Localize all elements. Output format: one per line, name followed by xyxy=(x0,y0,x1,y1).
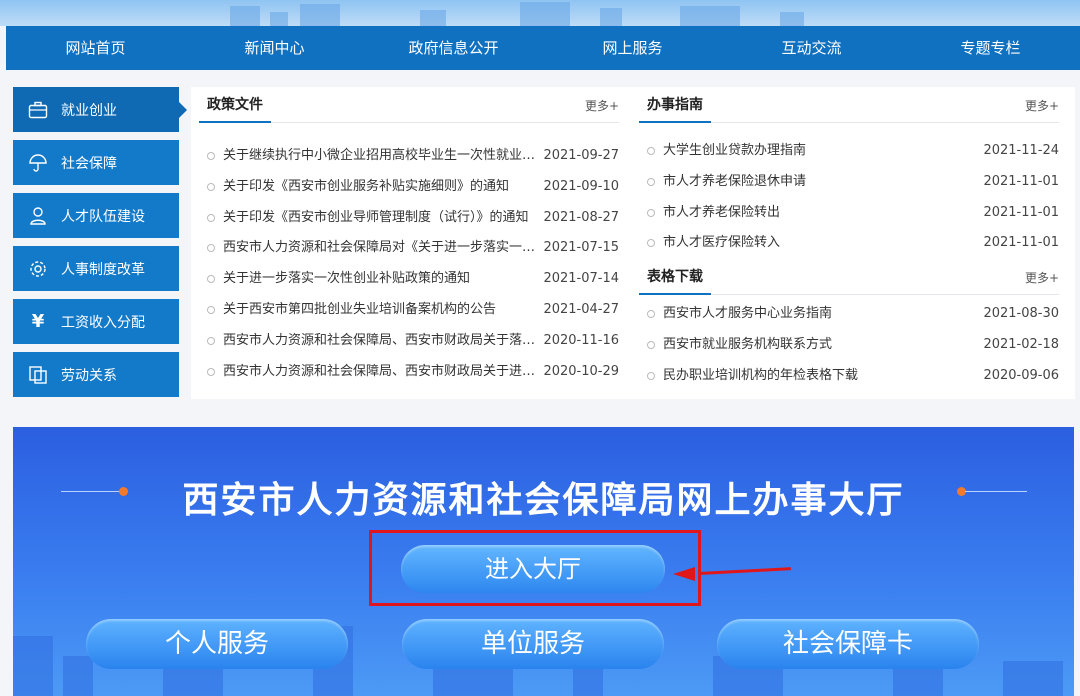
bullet-icon xyxy=(647,340,655,349)
bullet-icon xyxy=(207,182,215,191)
arrow-annotation xyxy=(698,567,791,575)
list-item[interactable]: 关于继续执行中小微企业招用高校毕业生一次性就业补… 2021-09-27 xyxy=(199,141,619,172)
sidebar-item-label: 工资收入分配 xyxy=(61,314,145,331)
bullet-icon xyxy=(207,152,215,160)
list-item[interactable]: 市人才医疗保险转入 2021-11-01 xyxy=(639,228,1059,259)
list-item[interactable]: 西安市人力资源和社会保障局对《关于进一步落实一次… 2021-07-15 xyxy=(199,233,619,264)
section-title: 政策文件 xyxy=(199,87,271,123)
sidebar-item-label: 人才队伍建设 xyxy=(61,208,145,225)
list-item[interactable]: 西安市就业服务机构联系方式 2021-02-18 xyxy=(639,330,1059,361)
top-banner xyxy=(0,0,1080,26)
sidebar-item-social-security[interactable]: 社会保障 xyxy=(13,140,179,185)
bullet-icon xyxy=(207,305,215,314)
nav-interaction[interactable]: 互动交流 xyxy=(722,26,901,70)
guide-section: 办事指南 更多+ 大学生创业贷款办理指南 2021-11-24 市人才养老保险退休… xyxy=(639,87,1059,392)
guide-list: 大学生创业贷款办理指南 2021-11-24 市人才养老保险退休申请 2021-11… xyxy=(639,136,1059,259)
nav-gov-info[interactable]: 政府信息公开 xyxy=(364,26,543,70)
sidebar-item-wages[interactable]: ¥ 工资收入分配 xyxy=(13,299,179,344)
bullet-icon xyxy=(647,147,655,155)
umbrella-icon xyxy=(27,152,49,174)
forms-header: 表格下载 更多+ xyxy=(639,259,1059,296)
policy-section: 政策文件 更多+ 关于继续执行中小微企业招用高校毕业生一次性就业补… 2021-0… xyxy=(199,87,619,387)
sidebar-item-personnel-reform[interactable]: 人事制度改革 xyxy=(13,246,179,291)
policy-list: 关于继续执行中小微企业招用高校毕业生一次性就业补… 2021-09-27 关于印发… xyxy=(199,141,619,387)
online-hall-banner: 西安市人力资源和社会保障局网上办事大厅 进入大厅 个人服务 单位服务 社会保障卡 xyxy=(13,427,1074,696)
nav-home[interactable]: 网站首页 xyxy=(6,26,185,70)
section-title: 办事指南 xyxy=(639,87,711,123)
sidebar-item-employment[interactable]: 就业创业 xyxy=(13,87,187,132)
forms-list: 西安市人才服务中心业务指南 2021-08-30 西安市就业服务机构联系方式 202… xyxy=(639,299,1059,391)
content-panel: 政策文件 更多+ 关于继续执行中小微企业招用高校毕业生一次性就业补… 2021-0… xyxy=(191,87,1075,399)
briefcase-icon xyxy=(27,99,49,121)
enter-hall-button[interactable]: 进入大厅 xyxy=(401,545,665,593)
sidebar: 就业创业 社会保障 人才队伍建设 人事制度改革 ¥ 工资收入分配 劳动关系 xyxy=(13,87,187,405)
nav-news[interactable]: 新闻中心 xyxy=(185,26,364,70)
yuan-icon: ¥ xyxy=(31,311,45,332)
arrow-head-icon xyxy=(673,567,695,581)
sidebar-item-label: 人事制度改革 xyxy=(61,261,145,278)
section-header: 办事指南 更多+ xyxy=(639,87,1059,123)
list-item[interactable]: 关于进一步落实一次性创业补贴政策的通知 2021-07-14 xyxy=(199,264,619,295)
bullet-icon xyxy=(207,336,215,345)
sidebar-item-label: 就业创业 xyxy=(61,102,117,119)
list-item[interactable]: 西安市人力资源和社会保障局、西安市财政局关于进一… 2020-10-29 xyxy=(199,357,619,388)
unit-service-button[interactable]: 单位服务 xyxy=(402,619,664,669)
sidebar-item-talent[interactable]: 人才队伍建设 xyxy=(13,193,179,238)
bullet-icon xyxy=(647,177,655,186)
list-item[interactable]: 关于西安市第四批创业失业培训备案机构的公告 2021-04-27 xyxy=(199,295,619,326)
gear-icon xyxy=(27,258,49,280)
list-item[interactable]: 民办职业培训机构的年检表格下载 2020-09-06 xyxy=(639,361,1059,392)
list-item[interactable]: 市人才养老保险退休申请 2021-11-01 xyxy=(639,167,1059,198)
more-link[interactable]: 更多+ xyxy=(1025,97,1059,114)
list-item[interactable]: 关于印发《西安市创业导师管理制度（试行）》的通知 2021-08-27 xyxy=(199,203,619,234)
list-item[interactable]: 西安市人才服务中心业务指南 2021-08-30 xyxy=(639,299,1059,330)
main-nav: 网站首页 新闻中心 政府信息公开 网上服务 互动交流 专题专栏 xyxy=(6,26,1080,70)
nav-online-service[interactable]: 网上服务 xyxy=(543,26,722,70)
sidebar-item-label: 劳动关系 xyxy=(61,367,117,384)
bullet-icon xyxy=(207,367,215,376)
more-link[interactable]: 更多+ xyxy=(1025,269,1059,286)
section-header: 政策文件 更多+ xyxy=(199,87,619,123)
personal-service-button[interactable]: 个人服务 xyxy=(86,619,348,669)
sidebar-item-labor-relations[interactable]: 劳动关系 xyxy=(13,352,179,397)
social-security-card-button[interactable]: 社会保障卡 xyxy=(717,619,979,669)
nav-topics[interactable]: 专题专栏 xyxy=(901,26,1080,70)
bullet-icon xyxy=(207,275,215,284)
bullet-icon xyxy=(647,310,655,319)
list-item[interactable]: 西安市人力资源和社会保障局、西安市财政局关于落实… 2020-11-16 xyxy=(199,326,619,357)
list-item[interactable]: 关于印发《西安市创业服务补贴实施细则》的通知 2021-09-10 xyxy=(199,172,619,203)
hall-title: 西安市人力资源和社会保障局网上办事大厅 xyxy=(182,480,905,521)
bullet-icon xyxy=(207,244,215,253)
bullet-icon xyxy=(647,239,655,248)
list-item[interactable]: 市人才养老保险转出 2021-11-01 xyxy=(639,198,1059,229)
bullet-icon xyxy=(207,213,215,222)
person-icon xyxy=(27,205,49,227)
bullet-icon xyxy=(647,208,655,217)
bullet-icon xyxy=(647,371,655,380)
list-item[interactable]: 大学生创业贷款办理指南 2021-11-24 xyxy=(639,136,1059,167)
section-title: 表格下载 xyxy=(639,259,711,296)
more-link[interactable]: 更多+ xyxy=(585,97,619,114)
document-icon xyxy=(27,364,49,386)
sidebar-item-label: 社会保障 xyxy=(61,155,117,172)
